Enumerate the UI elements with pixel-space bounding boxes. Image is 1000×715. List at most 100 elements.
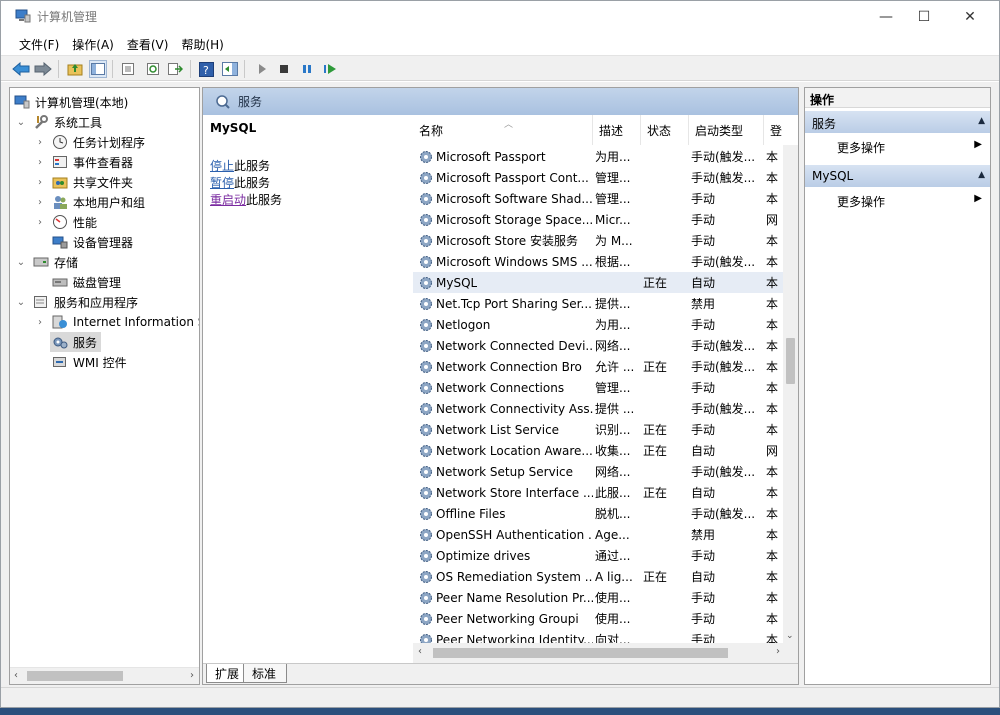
tree-disk-management[interactable]: 磁盘管理 — [52, 272, 121, 292]
menu-file[interactable]: 文件(F) — [13, 32, 66, 55]
more-actions-services[interactable]: 更多操作 ▶ — [805, 136, 990, 157]
scroll-right-icon[interactable]: › — [776, 646, 780, 657]
table-row[interactable]: Network Connection Bro 允许 ... 正在 手动(触发... 本 — [413, 356, 783, 377]
export-list-icon[interactable] — [166, 60, 184, 78]
wmi-icon — [53, 357, 66, 367]
table-row[interactable]: Microsoft Passport 为用... 手动(触发... 本 — [413, 146, 783, 167]
gear-icon — [420, 339, 432, 352]
chevron-right-icon[interactable]: › — [34, 216, 46, 228]
up-folder-icon[interactable] — [66, 60, 84, 78]
table-row[interactable]: Net.Tcp Port Sharing Ser... 提供... 禁用 本 — [413, 293, 783, 314]
table-row[interactable]: OS Remediation System ... A lig... 正在 自动 本 — [413, 566, 783, 587]
scroll-left-icon[interactable]: ‹ — [418, 646, 422, 657]
tree-hscroll-thumb[interactable] — [27, 671, 123, 681]
column-header-name[interactable]: ︿ 名称 — [413, 115, 593, 145]
chevron-right-icon[interactable]: › — [34, 316, 46, 328]
table-row[interactable]: OpenSSH Authentication ... Age... 禁用 本 — [413, 524, 783, 545]
services-hscroll-thumb[interactable] — [433, 648, 728, 658]
tree-performance[interactable]: › 性能 — [34, 212, 97, 232]
menu-help[interactable]: 帮助(H) — [175, 32, 230, 55]
tree-local-users[interactable]: › 本地用户和组 — [34, 192, 145, 212]
properties-icon[interactable] — [119, 60, 137, 78]
table-row[interactable]: Netlogon 为用... 手动 本 — [413, 314, 783, 335]
tree-iis[interactable]: › Internet Information S — [34, 312, 199, 332]
services-vscroll-thumb[interactable] — [786, 338, 795, 384]
tree-event-viewer[interactable]: › 事件查看器 — [34, 152, 133, 172]
column-header-startup-type[interactable]: 启动类型 — [689, 115, 764, 145]
pause-service-icon[interactable] — [298, 60, 316, 78]
table-row[interactable]: Peer Networking Groupi 使用... 手动 本 — [413, 608, 783, 629]
tree-services[interactable]: 服务 — [50, 332, 102, 352]
table-row[interactable]: Microsoft Store 安装服务 为 M... 手动 本 — [413, 230, 783, 251]
table-row[interactable]: Network Store Interface ... 此服... 正在 自动 本 — [413, 482, 783, 503]
more-actions-mysql[interactable]: 更多操作 ▶ — [805, 190, 990, 211]
tree-wmi[interactable]: WMI 控件 — [52, 352, 127, 372]
restart-service-link[interactable]: 重启动 — [210, 193, 246, 207]
table-row[interactable]: Network Location Aware... 收集... 正在 自动 网 — [413, 440, 783, 461]
close-button[interactable]: ✕ — [947, 1, 993, 32]
table-row[interactable]: Microsoft Software Shad... 管理... 手动 本 — [413, 188, 783, 209]
services-horizontal-scrollbar[interactable]: ‹ › — [413, 643, 798, 663]
tree-shared-folders[interactable]: › 共享文件夹 — [34, 172, 133, 192]
tree-shared-folders-label: 共享文件夹 — [73, 175, 134, 190]
tab-standard[interactable]: 标准 — [243, 664, 288, 683]
scroll-right-icon[interactable]: › — [190, 670, 194, 681]
tree-device-manager[interactable]: 设备管理器 — [52, 232, 133, 252]
actions-section-services[interactable]: 服务 ▲ — [805, 111, 990, 133]
column-header-description[interactable]: 描述 — [593, 115, 641, 145]
actions-section-mysql[interactable]: MySQL ▲ — [805, 165, 990, 187]
refresh-icon[interactable] — [144, 60, 162, 78]
show-action-pane-icon[interactable] — [221, 60, 239, 78]
pause-service-link[interactable]: 暂停 — [210, 176, 234, 190]
show-console-tree-icon[interactable] — [89, 60, 107, 78]
table-row[interactable]: Network Connections 管理... 手动 本 — [413, 377, 783, 398]
service-logon: 本 — [766, 507, 779, 521]
service-logon: 本 — [766, 360, 779, 374]
collapse-up-icon[interactable]: ▲ — [978, 170, 985, 180]
help-icon[interactable]: ? — [197, 60, 215, 78]
scroll-left-icon[interactable]: ‹ — [14, 670, 18, 681]
tree-horizontal-scrollbar[interactable]: ‹ › — [10, 667, 199, 684]
table-row[interactable]: Microsoft Storage Space... Micr... 手动 网 — [413, 209, 783, 230]
tree-root[interactable]: 计算机管理(本地) — [14, 92, 128, 112]
forward-arrow-icon[interactable] — [34, 60, 52, 78]
menu-view[interactable]: 查看(V) — [121, 32, 176, 55]
chevron-right-icon[interactable]: › — [34, 156, 46, 168]
service-name-label: Microsoft Storage Space... — [436, 212, 593, 227]
maximize-button[interactable]: ☐ — [901, 1, 947, 32]
table-row[interactable]: Microsoft Passport Cont... 管理... 手动(触发... 本 — [413, 167, 783, 188]
menu-action[interactable]: 操作(A) — [66, 32, 121, 55]
service-logon: 本 — [766, 465, 779, 479]
tree-system-tools[interactable]: ⌄ 系统工具 — [15, 112, 102, 132]
table-row[interactable]: Network List Service 识别... 正在 手动 本 — [413, 419, 783, 440]
tree-system-tools-label: 系统工具 — [54, 115, 103, 130]
collapse-up-icon[interactable]: ▲ — [978, 116, 985, 126]
table-row[interactable]: Network Connectivity Ass... 提供 ... 手动(触发..… — [413, 398, 783, 419]
tree-storage[interactable]: ⌄ 存储 — [15, 252, 78, 272]
table-row[interactable]: Microsoft Windows SMS ... 根据... 手动(触发... 本 — [413, 251, 783, 272]
chevron-down-icon[interactable]: ⌄ — [15, 256, 27, 268]
back-arrow-icon[interactable] — [12, 60, 30, 78]
chevron-down-icon[interactable]: ⌄ — [15, 116, 27, 128]
column-header-logon[interactable]: 登 — [764, 115, 783, 145]
table-row[interactable]: MySQL 正在 自动 本 — [413, 272, 783, 293]
services-vertical-scrollbar[interactable]: ⌄ — [783, 145, 798, 643]
tree-services-apps[interactable]: ⌄ 服务和应用程序 — [15, 292, 138, 312]
scroll-down-icon[interactable]: ⌄ — [786, 631, 794, 641]
stop-service-icon[interactable] — [275, 60, 293, 78]
chevron-down-icon[interactable]: ⌄ — [15, 296, 27, 308]
table-row[interactable]: Peer Name Resolution Pr... 使用... 手动 本 — [413, 587, 783, 608]
table-row[interactable]: Network Connected Devi... 网络... 手动(触发... 本 — [413, 335, 783, 356]
table-row[interactable]: Network Setup Service 网络... 手动(触发... 本 — [413, 461, 783, 482]
chevron-right-icon[interactable]: › — [34, 136, 46, 148]
service-description: 管理... — [595, 381, 631, 395]
stop-service-link[interactable]: 停止 — [210, 159, 234, 173]
column-header-status[interactable]: 状态 — [641, 115, 689, 145]
table-row[interactable]: Optimize drives 通过... 手动 本 — [413, 545, 783, 566]
start-service-icon[interactable] — [253, 60, 271, 78]
chevron-right-icon[interactable]: › — [34, 196, 46, 208]
tree-task-scheduler[interactable]: › 任务计划程序 — [34, 132, 145, 152]
table-row[interactable]: Offline Files 脱机... 手动(触发... 本 — [413, 503, 783, 524]
chevron-right-icon[interactable]: › — [34, 176, 46, 188]
restart-service-icon[interactable] — [321, 60, 339, 78]
